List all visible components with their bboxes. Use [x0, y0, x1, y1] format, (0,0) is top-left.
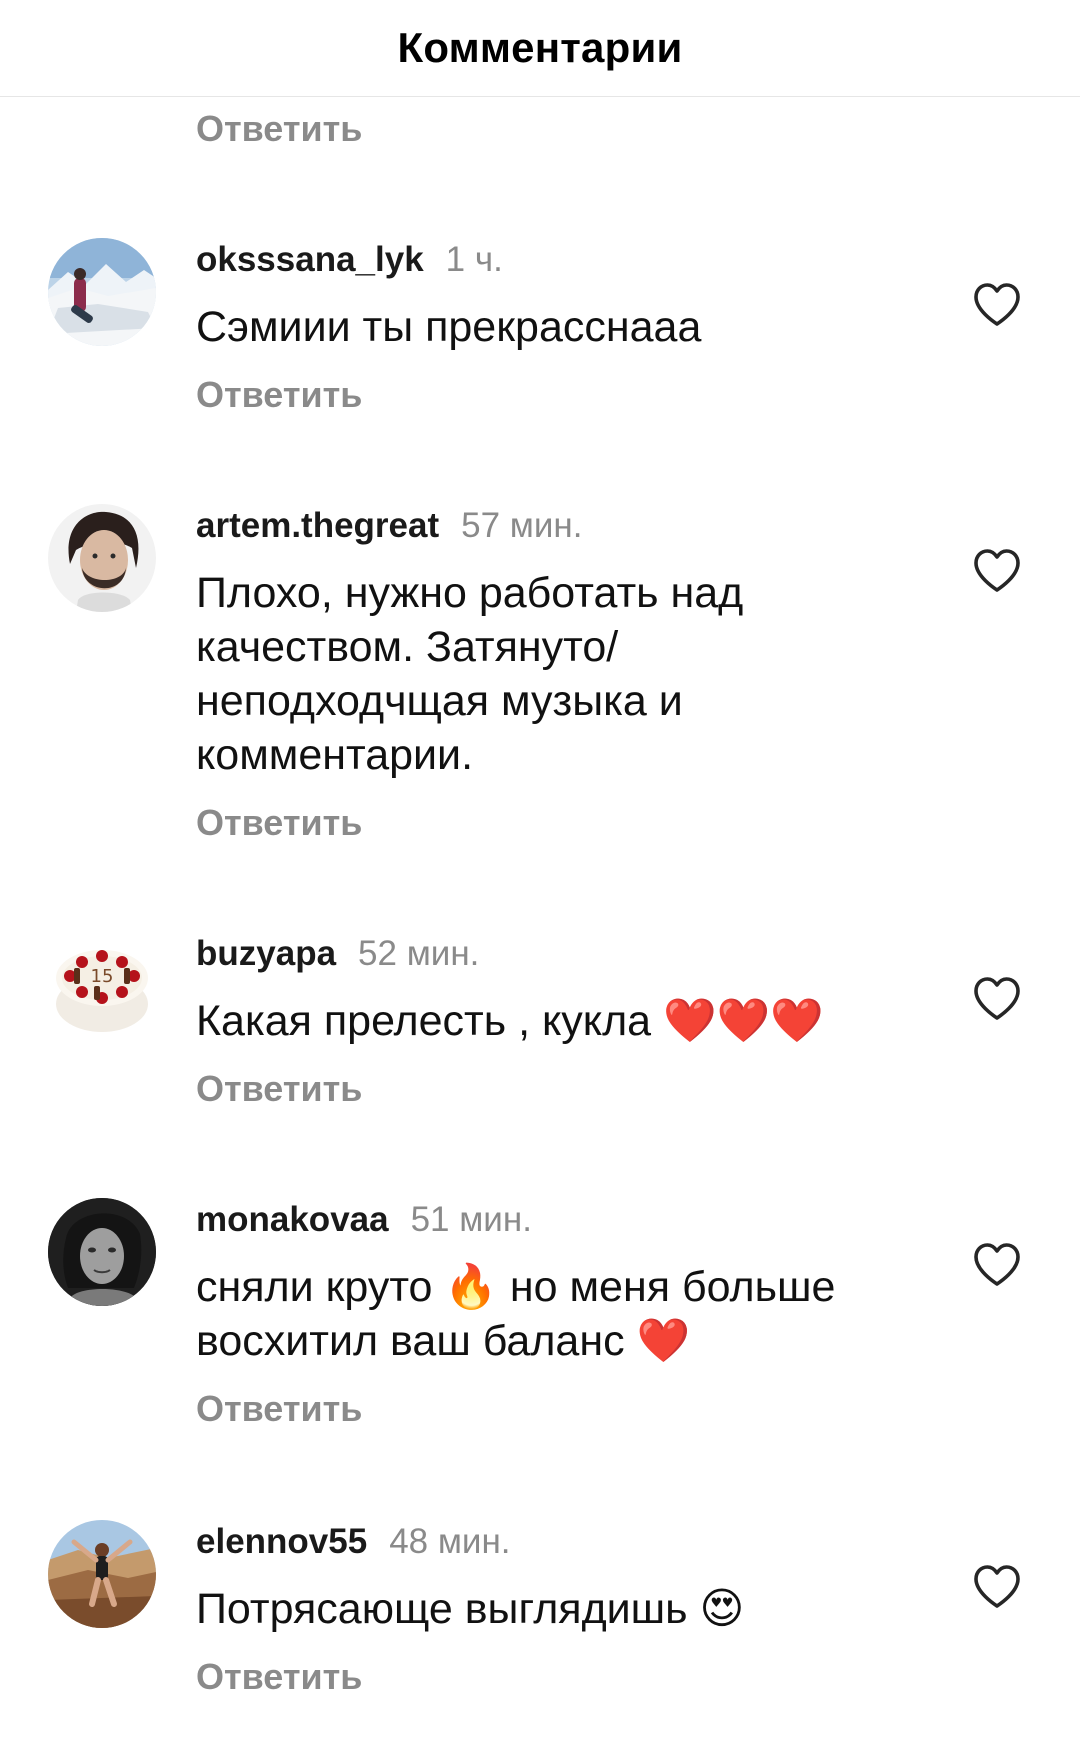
user-avatar[interactable]: [48, 1520, 156, 1628]
username[interactable]: elennov55: [196, 1522, 367, 1562]
comment-time: 51 мин.: [410, 1200, 532, 1239]
heart-outline-icon[interactable]: [972, 548, 1022, 594]
comment-meta: monakovaa 51 мин.: [196, 1198, 532, 1242]
reply-button[interactable]: Ответить: [196, 108, 362, 150]
comment-time: 1 ч.: [445, 240, 503, 279]
comment-meta: artem.thegreat 57 мин.: [196, 504, 582, 548]
reply-button[interactable]: Ответить: [196, 1388, 362, 1430]
username[interactable]: monakovaa: [196, 1200, 389, 1240]
comment-meta: buzyapa 52 мин.: [196, 932, 479, 976]
reply-button[interactable]: Ответить: [196, 374, 362, 416]
comment-meta: elennov55 48 мин.: [196, 1520, 511, 1564]
heart-outline-icon[interactable]: [972, 1564, 1022, 1610]
comment-time: 52 мин.: [358, 934, 480, 973]
reply-button[interactable]: Ответить: [196, 1656, 362, 1698]
comments-header: Комментарии: [0, 0, 1080, 97]
heart-outline-icon[interactable]: [972, 282, 1022, 328]
comment-text: сняли круто 🔥 но меня больше восхитил ва…: [196, 1263, 836, 1365]
comment-text: Потрясающе выглядишь 😍: [196, 1585, 745, 1633]
comment-text: Плохо, нужно работать над качеством. Зат…: [196, 569, 744, 779]
comment-text: Какая прелесть , кукла ❤️❤️❤️: [196, 997, 824, 1045]
svg-text:15: 15: [91, 966, 114, 987]
user-avatar[interactable]: [48, 1198, 156, 1306]
page-title: Комментарии: [397, 24, 683, 71]
comment-time: 48 мин.: [389, 1522, 511, 1561]
user-avatar[interactable]: 15: [48, 932, 156, 1040]
username[interactable]: oksssana_lyk: [196, 240, 424, 280]
comment-time: 57 мин.: [461, 506, 583, 545]
username[interactable]: artem.thegreat: [196, 506, 439, 546]
comment-text: Сэмиии ты прекрасснаaa: [196, 303, 702, 351]
user-avatar[interactable]: [48, 238, 156, 346]
username[interactable]: buzyapa: [196, 934, 336, 974]
heart-outline-icon[interactable]: [972, 1242, 1022, 1288]
user-avatar[interactable]: [48, 504, 156, 612]
comment-meta: oksssana_lyk 1 ч.: [196, 238, 503, 282]
heart-outline-icon[interactable]: [972, 976, 1022, 1022]
reply-button[interactable]: Ответить: [196, 1068, 362, 1110]
reply-button[interactable]: Ответить: [196, 802, 362, 844]
